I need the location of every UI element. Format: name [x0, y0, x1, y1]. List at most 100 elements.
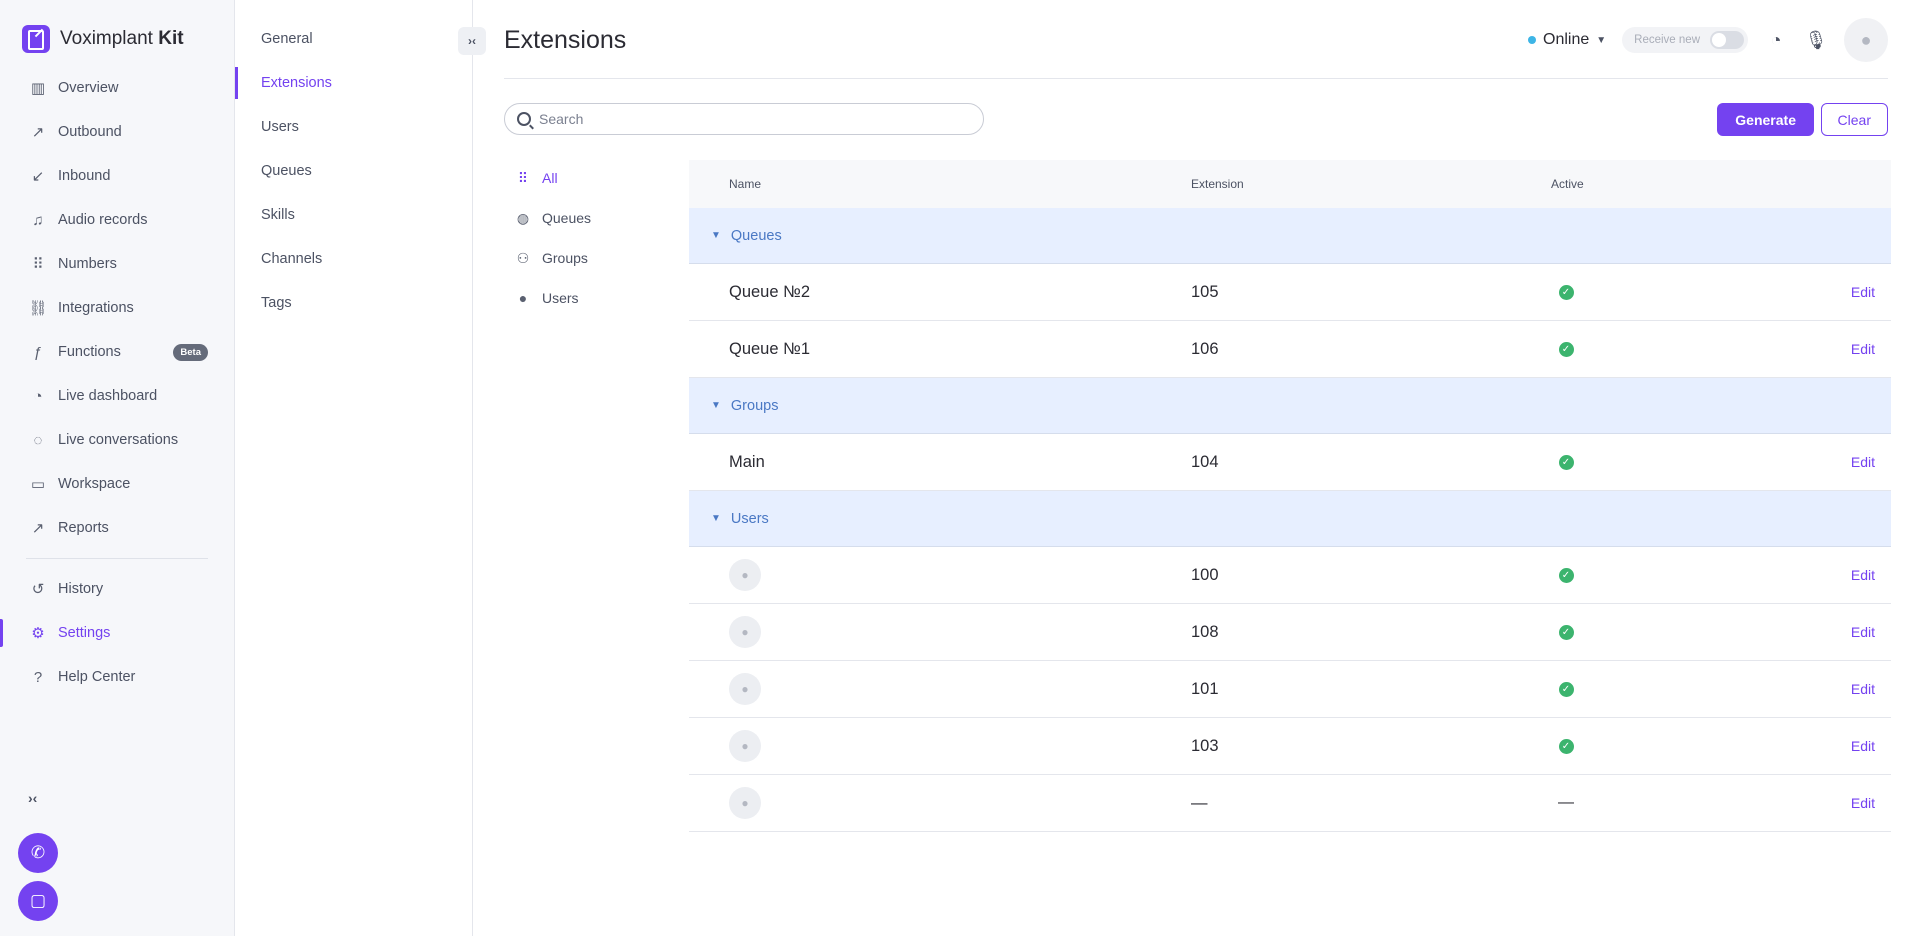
- nav-item-history[interactable]: ↺ History: [0, 567, 234, 611]
- settings-submenu-list: General Extensions Users Queues Skills C…: [235, 17, 472, 325]
- chat-widget-button[interactable]: ▢: [18, 881, 58, 921]
- nav-item-numbers[interactable]: ⠿ Numbers: [0, 242, 234, 286]
- filter-all[interactable]: ⠿ All: [514, 158, 664, 198]
- avatar: ●: [729, 730, 761, 762]
- outbound-icon: ↗: [31, 124, 45, 141]
- submenu-item-tags[interactable]: Tags: [235, 281, 472, 325]
- row-extension: 106: [1191, 339, 1219, 358]
- row-extension: —: [1191, 793, 1208, 812]
- row-extension: 104: [1191, 452, 1219, 471]
- row-active: ✓: [1551, 738, 1581, 754]
- collapse-sidebar-icon[interactable]: ›‹: [28, 790, 37, 806]
- workspace-icon: ▭: [30, 476, 46, 493]
- table-row: ● 108 ✓ Edit: [689, 604, 1891, 661]
- clear-button[interactable]: Clear: [1820, 103, 1888, 136]
- row-extension: 101: [1191, 679, 1219, 698]
- search-input[interactable]: [539, 111, 959, 127]
- edit-link[interactable]: Edit: [1851, 454, 1875, 470]
- filter-queues[interactable]: ◍ Queues: [514, 198, 664, 238]
- filter-users[interactable]: ● Users: [514, 278, 664, 318]
- nav-item-settings[interactable]: ⚙ Settings: [0, 611, 234, 655]
- submenu-item-extensions[interactable]: Extensions: [235, 61, 472, 105]
- nav-item-workspace[interactable]: ▭ Workspace: [0, 462, 234, 506]
- nav-item-audio-records[interactable]: ♫ Audio records: [0, 198, 234, 242]
- extensions-table: Name Extension Active ▼ Queues Queue №2 1…: [689, 160, 1891, 832]
- receive-new-toggle[interactable]: Receive new: [1622, 27, 1748, 53]
- column-header-extension[interactable]: Extension: [1191, 177, 1551, 191]
- nav-label: Audio records: [58, 212, 148, 228]
- row-name: Main: [729, 452, 765, 471]
- table-row: ● 101 ✓ Edit: [689, 661, 1891, 718]
- softphone-dialpad-button[interactable]: ✆: [18, 833, 58, 873]
- filter-groups[interactable]: ⚇ Groups: [514, 238, 664, 278]
- main-sidebar: Voximplant Kit ▥ Overview ↗ Outbound ↙ Inbo…: [0, 0, 235, 936]
- app-root: Voximplant Kit ▥ Overview ↗ Outbound ↙ Inbo…: [0, 0, 1916, 936]
- chat-search-icon: ◌: [33, 431, 43, 449]
- receive-new-label: Receive new: [1634, 34, 1700, 46]
- brand-name: Voximplant Kit: [60, 28, 184, 49]
- row-name: Queue №1: [729, 339, 811, 358]
- submenu-item-channels[interactable]: Channels: [235, 237, 472, 281]
- group-row-groups[interactable]: ▼ Groups: [689, 378, 1891, 434]
- edit-link[interactable]: Edit: [1851, 738, 1875, 754]
- chevron-down-icon: ▼: [1596, 34, 1607, 46]
- nav-item-functions[interactable]: ƒ Functions Beta: [0, 330, 234, 374]
- microphone-icon[interactable]: 🎙︎: [1804, 28, 1828, 52]
- brand[interactable]: Voximplant Kit: [22, 24, 184, 54]
- pie-chart-icon[interactable]: ◔: [1764, 28, 1788, 52]
- group-row-users[interactable]: ▼ Users: [689, 491, 1891, 547]
- nav-item-outbound[interactable]: ↗ Outbound: [0, 110, 234, 154]
- beta-badge: Beta: [173, 343, 208, 361]
- edit-link[interactable]: Edit: [1851, 624, 1875, 640]
- nav-label: History: [58, 581, 104, 597]
- check-circle-icon: ✓: [1558, 341, 1574, 357]
- nav-item-inbound[interactable]: ↙ Inbound: [0, 154, 234, 198]
- column-header-active[interactable]: Active: [1551, 177, 1584, 191]
- user-icon: ●: [741, 682, 749, 696]
- edit-link[interactable]: Edit: [1851, 681, 1875, 697]
- topbar: Extensions Online ▼ Receive new ◔ 🎙︎ ●: [504, 0, 1888, 79]
- row-active: ✓: [1551, 681, 1581, 697]
- status-selector[interactable]: Online ▼: [1528, 31, 1606, 49]
- submenu-item-general[interactable]: General: [235, 17, 472, 61]
- gear-icon: ⚙: [31, 625, 45, 642]
- row-name: Queue №2: [729, 282, 811, 301]
- nav-item-reports[interactable]: ↗ Reports: [0, 506, 234, 550]
- grid-dots-icon: ⠿: [517, 169, 529, 186]
- nav-item-live-dashboard[interactable]: ◔ Live dashboard: [0, 374, 234, 418]
- help-icon: ?: [33, 668, 43, 686]
- user-avatar[interactable]: ●: [1844, 18, 1888, 62]
- row-extension: 108: [1191, 622, 1219, 641]
- group-row-queues[interactable]: ▼ Queues: [689, 208, 1891, 264]
- history-icon: ↺: [31, 581, 45, 598]
- row-active: ✓: [1551, 624, 1581, 640]
- nav-item-help-center[interactable]: ? Help Center: [0, 655, 234, 699]
- filter-label: Groups: [542, 250, 588, 266]
- status-label: Online: [1543, 31, 1590, 48]
- table-row: Main 104 ✓ Edit: [689, 434, 1891, 491]
- edit-link[interactable]: Edit: [1851, 567, 1875, 583]
- settings-submenu: General Extensions Users Queues Skills C…: [235, 0, 473, 936]
- dialpad-icon: ⠿: [32, 256, 44, 273]
- edit-link[interactable]: Edit: [1851, 795, 1875, 811]
- nav-item-integrations[interactable]: ⛓ Integrations: [0, 286, 234, 330]
- pie-chart-icon: ◔: [33, 387, 43, 405]
- generate-button[interactable]: Generate: [1717, 103, 1814, 136]
- toggle-switch[interactable]: [1710, 31, 1744, 49]
- table-header: Name Extension Active: [689, 160, 1891, 208]
- column-header-name[interactable]: Name: [689, 177, 1191, 191]
- nav-label: Integrations: [58, 300, 134, 316]
- nav-item-overview[interactable]: ▥ Overview: [0, 66, 234, 110]
- check-circle-icon: ✓: [1558, 284, 1574, 300]
- submenu-item-skills[interactable]: Skills: [235, 193, 472, 237]
- reports-icon: ↗: [31, 520, 45, 537]
- group-label: Queues: [730, 227, 782, 244]
- row-name: ●: [689, 730, 1191, 762]
- submenu-item-queues[interactable]: Queues: [235, 149, 472, 193]
- edit-link[interactable]: Edit: [1851, 341, 1875, 357]
- submenu-item-users[interactable]: Users: [235, 105, 472, 149]
- filter-label: Users: [542, 290, 579, 306]
- nav-item-live-conversations[interactable]: ◌ Live conversations: [0, 418, 234, 462]
- edit-link[interactable]: Edit: [1851, 284, 1875, 300]
- check-circle-icon: ✓: [1558, 681, 1574, 697]
